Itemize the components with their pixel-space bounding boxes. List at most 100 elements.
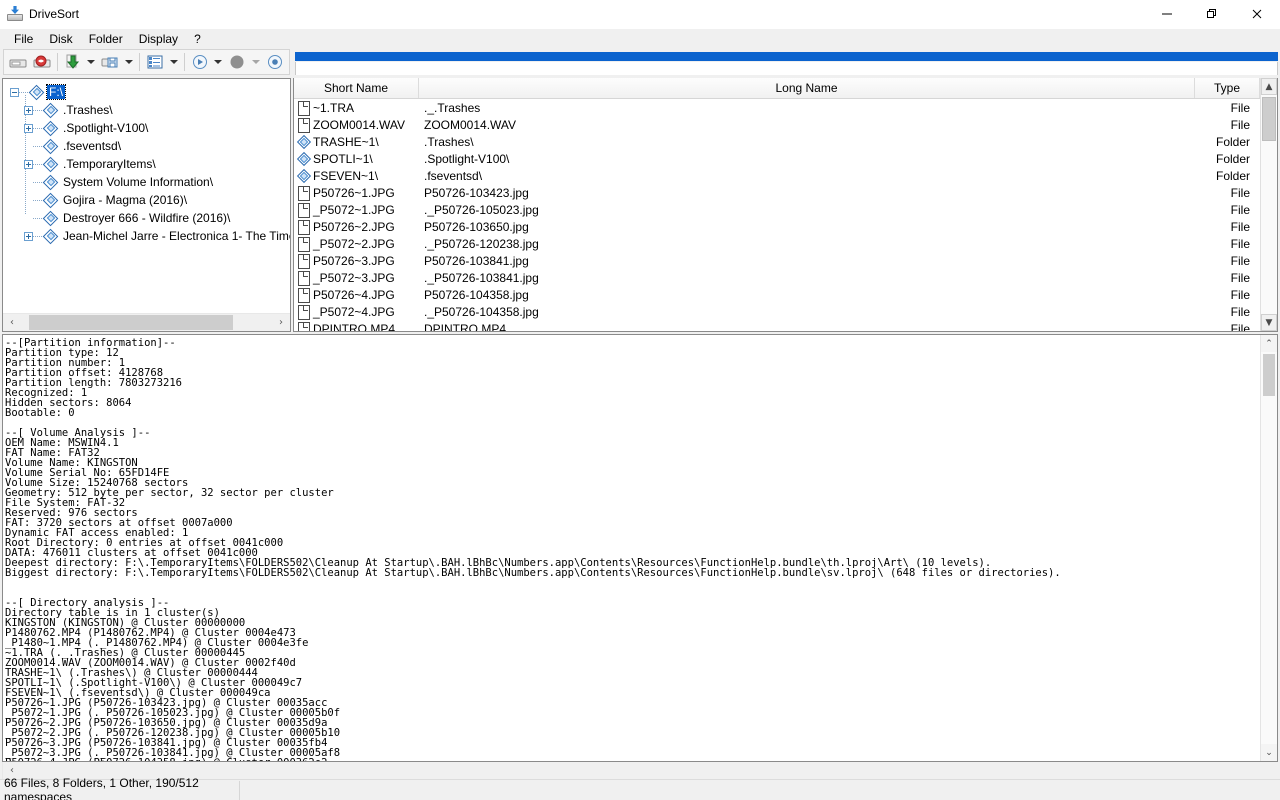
tree-row-destroyer666[interactable]: Destroyer 666 - Wildfire (2016)\ — [5, 209, 290, 227]
tree-row-root[interactable]: F:\ — [5, 83, 290, 101]
tree-label-jean-michel-jarre[interactable]: Jean-Michel Jarre - Electronica 1- The T… — [61, 229, 290, 243]
column-header-type[interactable]: Type — [1195, 78, 1260, 98]
log-vscroll-thumb[interactable] — [1263, 354, 1275, 396]
file-list-vscroll-thumb[interactable] — [1262, 97, 1276, 141]
table-row[interactable]: _P5072~3.JPG ._P50726-103841.jpg File — [294, 269, 1260, 286]
file-list-header: Short Name Long Name Type — [294, 78, 1260, 99]
list-view-dropdown[interactable] — [167, 51, 181, 73]
cell-short-name: P50726~2.JPG — [294, 220, 419, 235]
tree-row-fseventsd[interactable]: .fseventsd\ — [5, 137, 290, 155]
tree-hscroll-thumb[interactable] — [29, 315, 233, 330]
log-vscroll-track[interactable] — [1261, 352, 1277, 744]
cell-long-name: P50726-104358.jpg — [424, 287, 529, 302]
record-circle-icon[interactable] — [263, 51, 287, 73]
table-row[interactable]: DPINTRO.MP4 DPINTRO.MP4 File — [294, 320, 1260, 331]
cell-long-name: ._P50726-120238.jpg — [424, 236, 539, 251]
green-down-arrow-icon[interactable] — [61, 51, 85, 73]
app-icon — [7, 6, 23, 22]
table-row[interactable]: P50726~3.JPG P50726-103841.jpg File — [294, 252, 1260, 269]
column-header-short-name[interactable]: Short Name — [294, 78, 419, 98]
log-vertical-scrollbar[interactable]: ⌃ ⌄ — [1260, 335, 1277, 761]
list-view-icon[interactable] — [143, 51, 167, 73]
status-text: 66 Files, 8 Folders, 1 Other, 190/512 na… — [0, 776, 240, 800]
close-button[interactable] — [1234, 0, 1280, 29]
folder-tree[interactable]: F:\ .Trashes\ .Spotlight-V100\ .fsevents… — [3, 79, 290, 313]
table-row[interactable]: _P5072~2.JPG ._P50726-120238.jpg File — [294, 235, 1260, 252]
cell-short-name: DPINTRO.MP4 — [294, 322, 419, 331]
file-list-vscroll-track[interactable] — [1261, 95, 1277, 314]
gray-circle-icon[interactable] — [225, 51, 249, 73]
table-row[interactable]: ZOOM0014.WAV ZOOM0014.WAV File — [294, 116, 1260, 133]
table-row[interactable]: P50726~1.JPG P50726-103423.jpg File — [294, 184, 1260, 201]
file-icon — [298, 322, 310, 331]
menu-folder[interactable]: Folder — [81, 30, 131, 49]
collapse-toggle-root-icon[interactable] — [10, 87, 19, 97]
play-circle-dropdown[interactable] — [212, 51, 226, 73]
tree-label-trashes[interactable]: .Trashes\ — [61, 103, 115, 117]
menu-help[interactable]: ? — [186, 30, 209, 49]
expand-toggle-jean-michel-jarre-icon[interactable] — [24, 231, 33, 241]
play-circle-icon[interactable] — [188, 51, 212, 73]
cell-long-name: .Trashes\ — [424, 134, 474, 149]
save-disk-dropdown[interactable] — [122, 51, 136, 73]
tree-horizontal-scrollbar[interactable]: ‹ › — [3, 313, 290, 331]
green-down-arrow-dropdown[interactable] — [84, 51, 98, 73]
save-disk-icon[interactable] — [98, 51, 122, 73]
menu-display[interactable]: Display — [131, 30, 186, 49]
file-list-rows[interactable]: ~1.TRA ._.Trashes File ZOOM0014.WAV ZOOM0014… — [294, 99, 1260, 331]
tree-row-jean-michel-jarre[interactable]: Jean-Michel Jarre - Electronica 1- The T… — [5, 227, 290, 245]
table-row[interactable]: P50726~4.JPG P50726-104358.jpg File — [294, 286, 1260, 303]
column-header-long-name[interactable]: Long Name — [419, 78, 1195, 98]
scroll-right-icon[interactable]: › — [272, 314, 290, 331]
menu-bar: File Disk Folder Display ? — [0, 29, 1280, 49]
cell-long-name: ZOOM0014.WAV — [424, 117, 517, 132]
tree-row-trashes[interactable]: .Trashes\ — [5, 101, 290, 119]
table-row[interactable]: FSEVEN~1\ .fseventsd\ Folder — [294, 167, 1260, 184]
table-row[interactable]: _P5072~1.JPG ._P50726-105023.jpg File — [294, 201, 1260, 218]
tree-hscroll-track[interactable] — [21, 314, 272, 331]
menu-file[interactable]: File — [6, 30, 41, 49]
tree-row-temporaryitems[interactable]: .TemporaryItems\ — [5, 155, 290, 173]
file-list-panel: Short Name Long Name Type ~1.TRA ._.Trash… — [293, 78, 1278, 332]
tree-label-destroyer666[interactable]: Destroyer 666 - Wildfire (2016)\ — [61, 211, 232, 225]
log-scroll-up-icon[interactable]: ⌃ — [1261, 335, 1277, 352]
file-list-vertical-scrollbar[interactable]: ▲ ▼ — [1260, 78, 1277, 331]
minimize-button[interactable] — [1144, 0, 1189, 29]
expand-toggle-trashes-icon[interactable] — [24, 105, 33, 115]
table-row[interactable]: ~1.TRA ._.Trashes File — [294, 99, 1260, 116]
short-name-text: SPOTLI~1\ — [313, 151, 373, 166]
toolbar-separator-2 — [139, 53, 141, 71]
table-row[interactable]: SPOTLI~1\ .Spotlight-V100\ Folder — [294, 150, 1260, 167]
tree-label-spotlight[interactable]: .Spotlight-V100\ — [61, 121, 150, 135]
gray-circle-dropdown[interactable] — [249, 51, 263, 73]
tree-label-gojira[interactable]: Gojira - Magma (2016)\ — [61, 193, 189, 207]
cell-long-name: .Spotlight-V100\ — [424, 151, 510, 166]
cell-short-name: ~1.TRA — [294, 101, 419, 116]
tree-row-spotlight[interactable]: .Spotlight-V100\ — [5, 119, 290, 137]
cell-type: File — [1230, 117, 1250, 132]
tree-label-system-volume-information[interactable]: System Volume Information\ — [61, 175, 215, 189]
scroll-left-icon[interactable]: ‹ — [3, 314, 21, 331]
tree-row-gojira[interactable]: Gojira - Magma (2016)\ — [5, 191, 290, 209]
menu-disk[interactable]: Disk — [41, 30, 80, 49]
tree-row-system-volume-information[interactable]: System Volume Information\ — [5, 173, 290, 191]
log-output[interactable]: --[Partition information]-- Partition ty… — [3, 335, 1260, 761]
tree-label-root[interactable]: F:\ — [46, 84, 66, 100]
tree-label-fseventsd[interactable]: .fseventsd\ — [61, 139, 123, 153]
tree-label-temporaryitems[interactable]: .TemporaryItems\ — [61, 157, 158, 171]
cell-long-name: ._P50726-104358.jpg — [424, 304, 539, 319]
table-row[interactable]: P50726~2.JPG P50726-103650.jpg File — [294, 218, 1260, 235]
log-scroll-down-icon[interactable]: ⌄ — [1261, 744, 1277, 761]
scroll-up-icon[interactable]: ▲ — [1261, 78, 1277, 95]
expand-toggle-spotlight-icon[interactable] — [24, 123, 33, 133]
open-drive-icon[interactable] — [6, 51, 30, 73]
cell-type: File — [1230, 321, 1250, 332]
table-row[interactable]: TRASHE~1\ .Trashes\ Folder — [294, 133, 1260, 150]
cell-long-name: ._P50726-103841.jpg — [424, 270, 539, 285]
folder-icon — [298, 135, 309, 148]
table-row[interactable]: _P5072~4.JPG ._P50726-104358.jpg File — [294, 303, 1260, 320]
scroll-down-icon[interactable]: ▼ — [1261, 314, 1277, 331]
maximize-restore-button[interactable] — [1189, 0, 1234, 29]
expand-toggle-temporaryitems-icon[interactable] — [24, 159, 33, 169]
close-drive-icon[interactable] — [30, 51, 54, 73]
